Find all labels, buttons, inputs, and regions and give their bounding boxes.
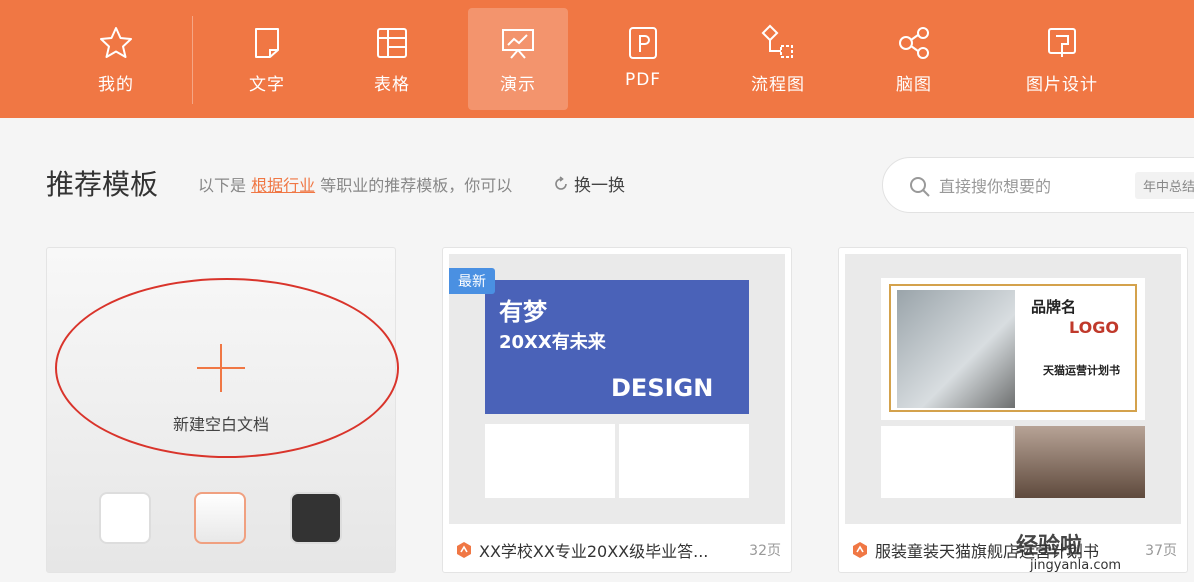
image-design-icon bbox=[1048, 28, 1076, 57]
nav-item-mindmap[interactable]: 脑图 bbox=[864, 8, 964, 110]
thumb-text: 20XX有未来 bbox=[499, 332, 606, 353]
nav-item-pdf[interactable]: PDF bbox=[593, 8, 693, 110]
search-icon bbox=[910, 177, 930, 197]
thumb-text: DESIGN bbox=[611, 374, 714, 402]
watermark-url: jingyanla.com bbox=[1030, 558, 1122, 573]
nav-item-image-design[interactable]: 图片设计 bbox=[1012, 8, 1112, 110]
nav-divider bbox=[192, 16, 193, 104]
top-nav: 我的 文字 表格 演示 PDF 流程图 脑图 图片设计 bbox=[0, 0, 1194, 118]
thumb-photo bbox=[897, 290, 1015, 408]
nav-label: PDF bbox=[624, 70, 662, 90]
star-icon bbox=[100, 27, 132, 58]
presentation-icon bbox=[502, 29, 534, 59]
new-blank-doc-card[interactable]: 新建空白文档 bbox=[46, 247, 399, 573]
swap-label: 换一换 bbox=[574, 176, 625, 196]
nav-label: 流程图 bbox=[751, 75, 805, 95]
thumb-slide-b bbox=[1015, 426, 1145, 498]
refresh-icon bbox=[555, 175, 567, 190]
pdf-icon bbox=[629, 27, 657, 59]
search-box[interactable]: 年中总结 bbox=[882, 157, 1194, 213]
flowchart-icon bbox=[761, 24, 793, 58]
plus-icon bbox=[197, 344, 245, 392]
nav-label: 图片设计 bbox=[1026, 75, 1098, 95]
thumb-text: 品牌名 bbox=[1031, 298, 1077, 316]
template-brand-icon bbox=[457, 542, 471, 558]
document-icon bbox=[255, 28, 279, 58]
nav-label: 脑图 bbox=[896, 75, 932, 95]
thumb-slide-a bbox=[881, 426, 1013, 498]
nav-item-flowchart[interactable]: 流程图 bbox=[728, 8, 828, 110]
template-pages: 37页 bbox=[1145, 543, 1177, 559]
nav-label: 表格 bbox=[374, 75, 410, 95]
template-brand-icon bbox=[853, 542, 867, 558]
thumb-slide-contents bbox=[485, 424, 615, 498]
search-input[interactable] bbox=[939, 172, 1119, 200]
nav-item-mine[interactable]: 我的 bbox=[66, 8, 166, 110]
swap-button[interactable]: 换一换 bbox=[553, 171, 625, 196]
industry-link[interactable]: 根据行业 bbox=[251, 176, 315, 195]
thumb-text: 有梦 bbox=[499, 298, 547, 326]
thumb-text: 天猫运营计划书 bbox=[1043, 364, 1120, 377]
thumb-slide-cover: 品牌名 LOGO 天猫运营计划书 bbox=[881, 278, 1145, 420]
mindmap-icon bbox=[899, 27, 929, 59]
watermark: 经验啦 bbox=[1016, 534, 1083, 559]
template-pages: 32页 bbox=[749, 543, 781, 559]
nav-item-text[interactable]: 文字 bbox=[217, 8, 317, 110]
template-thumbnail: 品牌名 LOGO 天猫运营计划书 bbox=[845, 254, 1181, 524]
page-title: 推荐模板 bbox=[46, 168, 159, 201]
template-thumbnail: 有梦 20XX有未来 DESIGN 最新 bbox=[449, 254, 785, 524]
recommend-hint: 以下是 根据行业 等职业的推荐模板，你可以 bbox=[198, 172, 512, 196]
template-footer: 服装童装天猫旗舰店运营计划书 37页 bbox=[839, 534, 1187, 566]
page: 我的 文字 表格 演示 PDF 流程图 脑图 图片设计 推荐模板 以下是 根据行… bbox=[0, 0, 1194, 582]
swatch-white[interactable] bbox=[99, 492, 151, 544]
thumb-frame: 品牌名 LOGO 天猫运营计划书 bbox=[889, 284, 1137, 412]
thumb-slide-cover: 有梦 20XX有未来 DESIGN bbox=[485, 280, 749, 414]
nav-item-table[interactable]: 表格 bbox=[342, 8, 442, 110]
swatch-gradient[interactable] bbox=[194, 492, 246, 544]
hint-suffix: 等职业的推荐模板，你可以 bbox=[320, 176, 513, 195]
search-suggestion-tag[interactable]: 年中总结 bbox=[1135, 172, 1194, 199]
nav-item-presentation[interactable]: 演示 bbox=[468, 8, 568, 110]
thumb-slide-detail bbox=[619, 424, 749, 498]
nav-label: 文字 bbox=[249, 75, 285, 95]
template-card[interactable]: 有梦 20XX有未来 DESIGN 最新 XX学校XX专业20XX级毕业答...… bbox=[442, 247, 792, 573]
hint-prefix: 以下是 bbox=[198, 176, 247, 195]
new-badge: 最新 bbox=[449, 268, 495, 294]
thumb-text: LOGO bbox=[1069, 318, 1119, 337]
table-icon bbox=[377, 28, 407, 58]
swatch-dark[interactable] bbox=[290, 492, 342, 544]
template-card[interactable]: 品牌名 LOGO 天猫运营计划书 服装童装天猫旗舰店运营计划书 37页 bbox=[838, 247, 1188, 573]
nav-label: 我的 bbox=[98, 75, 134, 95]
nav-label: 演示 bbox=[500, 75, 536, 95]
new-blank-doc-label: 新建空白文档 bbox=[172, 415, 269, 434]
template-footer: XX学校XX专业20XX级毕业答... 32页 bbox=[443, 534, 791, 566]
template-title[interactable]: XX学校XX专业20XX级毕业答... bbox=[479, 538, 729, 562]
